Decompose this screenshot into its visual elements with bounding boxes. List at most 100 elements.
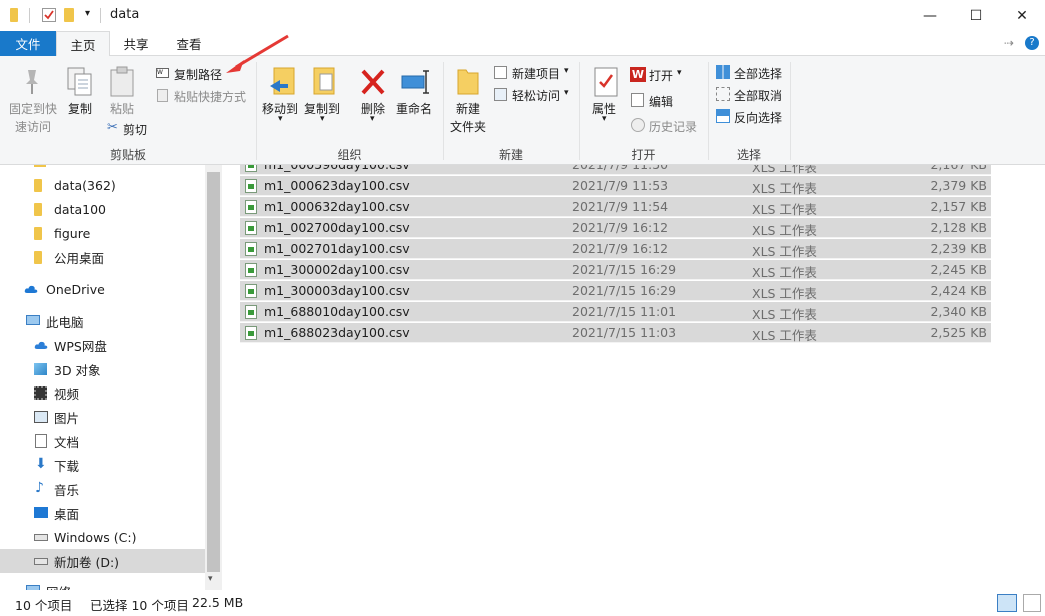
table-row[interactable]: m1_300003day100.csv 2021/7/15 16:29 XLS 工作…	[240, 281, 991, 301]
paste-shortcut-icon	[157, 89, 168, 102]
delete-button[interactable]: 删除 ▾	[358, 66, 388, 126]
rename-icon	[401, 70, 429, 94]
cut-button[interactable]: ✂ 剪切	[106, 120, 156, 138]
new-group-label: 新建	[498, 148, 523, 162]
invert-selection-button[interactable]: 反向选择	[716, 108, 796, 126]
table-row[interactable]: m1_002700day100.csv 2021/7/9 16:12 XLS 工作表…	[240, 218, 991, 238]
file-type: XLS 工作表	[752, 181, 817, 196]
help-icon[interactable]: ?	[1025, 36, 1039, 50]
file-date: 2021/7/9 11:53	[572, 178, 669, 193]
divider	[29, 8, 30, 23]
divider	[100, 8, 101, 23]
select-all-button[interactable]: 全部选择	[716, 64, 796, 82]
pin-icon	[26, 70, 38, 94]
table-row[interactable]: m1_688023day100.csv 2021/7/15 11:03 XLS 工作…	[240, 323, 991, 343]
file-name: m1_002700day100.csv	[264, 220, 410, 235]
tab-file[interactable]: 文件	[0, 31, 56, 56]
new-folder-button[interactable]: 新建 文件夹	[448, 66, 488, 134]
paste-shortcut-button[interactable]: 粘贴快捷方式	[156, 87, 251, 105]
file-type: XLS 工作表	[752, 307, 817, 322]
file-type: XLS 工作表	[752, 223, 817, 238]
copy-button[interactable]: 复制	[62, 66, 98, 120]
chevron-down-icon: ▾	[370, 114, 375, 124]
new-folder-icon	[457, 69, 479, 95]
copy-to-icon	[313, 67, 335, 95]
file-date: 2021/7/15 11:01	[572, 304, 677, 319]
file-size: 2,128 KB	[930, 220, 987, 235]
file-type: XLS 工作表	[752, 202, 817, 217]
rename-button[interactable]: 重命名	[396, 66, 436, 120]
properties-button[interactable]: 属性 ▾	[588, 66, 624, 126]
file-name: m1_688023day100.csv	[264, 325, 410, 340]
history-button[interactable]: 历史记录	[630, 117, 702, 135]
file-name: m1_000623day100.csv	[264, 178, 410, 193]
edit-label: 编辑	[649, 95, 674, 109]
item-count: 10 个项目	[15, 598, 73, 613]
chevron-down-icon: ▾	[564, 88, 569, 98]
select-none-icon	[716, 87, 730, 101]
selected-count: 已选择 10 个项目	[90, 598, 189, 613]
copy-to-button[interactable]: 复制到 ▾	[304, 66, 344, 126]
file-name: m1_300002day100.csv	[264, 262, 410, 277]
table-row[interactable]: m1_000623day100.csv 2021/7/9 11:53 XLS 工作表…	[240, 176, 991, 196]
new-item-button[interactable]: 新建项目 ▾	[494, 64, 574, 82]
easy-access-icon	[494, 88, 507, 101]
file-size: 2,379 KB	[930, 178, 987, 193]
wps-icon: W	[630, 67, 646, 82]
tab-home[interactable]: 主页	[56, 31, 110, 57]
table-row[interactable]: m1_300002day100.csv 2021/7/15 16:29 XLS 工作…	[240, 260, 991, 280]
csv-file-icon	[245, 263, 257, 277]
close-button[interactable]: ✕	[999, 0, 1045, 31]
clipboard-icon	[110, 66, 134, 97]
select-none-label: 全部取消	[734, 89, 783, 103]
window-title: data	[110, 7, 140, 22]
folder-icon	[10, 8, 18, 22]
table-row[interactable]: m1_002701day100.csv 2021/7/9 16:12 XLS 工作表…	[240, 239, 991, 259]
large-icons-view-button[interactable]	[1023, 594, 1041, 612]
file-size: 2,245 KB	[930, 262, 987, 277]
new-folder-quick-icon[interactable]	[64, 8, 74, 22]
csv-file-icon	[245, 284, 257, 298]
pin-label-line2: 速访问	[15, 120, 52, 134]
easy-access-button[interactable]: 轻松访问 ▾	[494, 86, 574, 104]
move-to-button[interactable]: 移动到 ▾	[262, 66, 302, 126]
copy-icon	[67, 67, 92, 96]
file-size: 2,424 KB	[930, 283, 987, 298]
select-none-button[interactable]: 全部取消	[716, 86, 796, 104]
copy-path-icon: W	[156, 68, 169, 78]
edit-button[interactable]: 编辑	[630, 92, 680, 110]
chevron-down-icon: ▾	[602, 114, 607, 124]
file-name: m1_000632day100.csv	[264, 199, 410, 214]
csv-file-icon	[245, 305, 257, 319]
table-row[interactable]: m1_688010day100.csv 2021/7/15 11:01 XLS 工作…	[240, 302, 991, 322]
file-date: 2021/7/9 11:54	[572, 199, 669, 214]
csv-file-icon	[245, 326, 257, 340]
copy-label: 复制	[68, 102, 93, 116]
chevron-down-icon[interactable]: ▾	[85, 8, 90, 19]
pin-label-line1: 固定到快	[9, 102, 58, 116]
maximize-button[interactable]: ☐	[953, 0, 999, 31]
pin-ribbon-icon[interactable]: ⇢	[1004, 36, 1014, 50]
table-row[interactable]: m1_000632day100.csv 2021/7/9 11:54 XLS 工作表…	[240, 197, 991, 217]
open-label: 打开	[649, 69, 674, 83]
csv-file-icon	[245, 179, 257, 193]
properties-check-icon[interactable]	[42, 8, 56, 22]
minimize-button[interactable]: —	[907, 0, 953, 31]
file-type: XLS 工作表	[752, 328, 817, 343]
invert-selection-label: 反向选择	[734, 111, 783, 125]
file-name: m1_300003day100.csv	[264, 283, 410, 298]
open-button[interactable]: W 打开 ▾	[630, 66, 690, 84]
pin-quick-access-button[interactable]: 固定到快 速访问	[6, 66, 58, 136]
new-item-icon	[494, 66, 507, 79]
open-group-label: 打开	[631, 148, 656, 162]
chevron-down-icon: ▾	[278, 114, 283, 124]
chevron-down-icon: ▾	[677, 68, 682, 78]
paste-button[interactable]: 粘贴	[104, 66, 140, 120]
paste-label: 粘贴	[110, 102, 135, 116]
tab-share[interactable]: 共享	[112, 31, 160, 56]
easy-access-label: 轻松访问	[512, 89, 561, 103]
delete-x-icon	[361, 69, 385, 95]
details-view-button[interactable]	[997, 594, 1017, 612]
csv-file-icon	[245, 221, 257, 235]
tab-view[interactable]: 查看	[165, 31, 213, 56]
